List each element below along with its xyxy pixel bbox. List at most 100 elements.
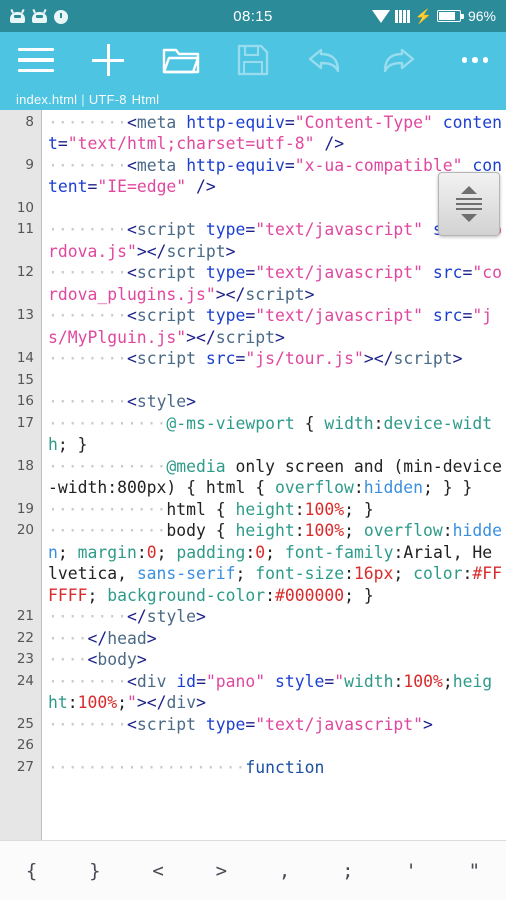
code-token: style: [275, 671, 325, 691]
code-token: ; }: [344, 585, 374, 605]
line-number: 26: [16, 737, 34, 753]
code-token: />: [196, 177, 216, 196]
charging-bolt-icon: ⚡: [414, 8, 432, 24]
code-line[interactable]: [42, 735, 506, 757]
code-token: :: [245, 542, 256, 562]
code-token: :: [344, 564, 354, 583]
redo-button[interactable]: [362, 32, 434, 88]
language-label: Html: [131, 92, 160, 107]
code-token: >: [196, 607, 206, 626]
code-token: script: [166, 241, 226, 261]
code-token: >: [136, 650, 147, 669]
code-token: {: [294, 413, 325, 433]
code-line[interactable]: ····················function: [42, 757, 506, 779]
code-token: ········: [48, 263, 127, 282]
overflow-menu-button[interactable]: [434, 32, 489, 88]
filename-label: index.html: [16, 92, 78, 107]
code-line[interactable]: [42, 198, 506, 220]
code-token: =: [87, 177, 98, 196]
line-number: 19: [16, 500, 34, 517]
code-token: <: [126, 263, 137, 282]
symbol-gt[interactable]: >: [190, 860, 253, 882]
line-number: 8: [25, 113, 34, 130]
line-number: 22: [16, 629, 34, 646]
code-token: ": [126, 693, 137, 712]
code-token: :: [373, 413, 384, 433]
line-number: 24: [16, 672, 34, 689]
symbol-brace-close[interactable]: }: [63, 860, 126, 882]
code-token: :: [67, 693, 78, 712]
code-token: =: [57, 134, 68, 153]
code-line[interactable]: ····<body>: [42, 649, 506, 671]
plus-icon: [92, 44, 125, 76]
symbol-lt[interactable]: <: [127, 860, 190, 882]
code-token: font-size: [255, 564, 345, 583]
code-line[interactable]: ····</head>: [42, 628, 506, 650]
symbol-semicolon[interactable]: ;: [316, 860, 379, 882]
code-token: div: [136, 671, 167, 691]
grip-lines-icon: [456, 197, 482, 211]
code-token: @-ms-viewport: [166, 413, 295, 433]
code-token: "text/html;charset=utf-8": [67, 134, 315, 153]
code-line[interactable]: ············@media only screen and (min-…: [42, 456, 506, 499]
code-token: "Content-Type": [294, 112, 433, 132]
code-token: =: [462, 306, 473, 325]
code-line[interactable]: ········<meta http-equiv="x-ua-compatibl…: [42, 155, 506, 198]
code-token: ····: [48, 650, 88, 669]
line-number: 23: [16, 651, 34, 667]
undo-button[interactable]: [289, 32, 361, 88]
code-line[interactable]: ········<script type="text/javascript">: [42, 714, 506, 736]
symbol-comma[interactable]: ,: [253, 860, 316, 882]
save-button[interactable]: [217, 32, 289, 88]
redo-arrow-icon: [383, 48, 415, 73]
triangle-up-icon: [461, 185, 477, 194]
symbol-brace-open[interactable]: {: [0, 860, 63, 882]
code-token: :: [265, 585, 275, 605]
code-token: overflow: [363, 521, 443, 540]
code-token: =: [284, 155, 295, 175]
code-token: overflow: [274, 478, 354, 497]
code-token: <: [126, 155, 137, 175]
code-token: =: [245, 263, 256, 282]
code-token: <: [126, 349, 137, 368]
code-line[interactable]: ········<script type="text/javascript" s…: [42, 305, 506, 348]
code-token: ; }: [344, 499, 374, 519]
code-token: "text/javascript": [255, 714, 424, 734]
menu-button[interactable]: [18, 32, 72, 88]
code-line[interactable]: ············body { height:100%; overflow…: [42, 520, 506, 606]
line-number: 27: [16, 758, 34, 775]
open-file-button[interactable]: [144, 32, 216, 88]
code-token: meta: [136, 112, 177, 132]
code-text-area[interactable]: ········<meta http-equiv="Content-Type" …: [42, 110, 506, 840]
code-token: :: [353, 478, 364, 497]
code-token: >: [196, 693, 206, 712]
code-token: ;: [156, 542, 177, 562]
code-line[interactable]: ········<script src="js/tour.js"></scrip…: [42, 348, 506, 370]
code-line[interactable]: ········<div id="pano" style="width:100%…: [42, 671, 506, 714]
code-token: >: [215, 284, 226, 304]
code-line[interactable]: ············html { height:100%; }: [42, 499, 506, 521]
code-token: </: [196, 327, 216, 347]
status-bar-system-icons: ⚡ 96%: [372, 8, 496, 24]
code-line[interactable]: ········<script type="text/javascript" s…: [42, 219, 506, 262]
code-token: >: [452, 349, 463, 368]
code-line[interactable]: [42, 370, 506, 392]
scroll-handle[interactable]: [438, 172, 500, 236]
code-token: ············: [48, 521, 167, 540]
code-editor-area[interactable]: 8 9 10 11 12 13 14 15 16 17 18 19 20 21 22 23 24 25 26 27 ·…: [0, 110, 506, 840]
code-line[interactable]: ········<style>: [42, 391, 506, 413]
symbol-quote[interactable]: ": [443, 860, 506, 882]
code-token: script: [136, 349, 197, 368]
new-file-button[interactable]: [72, 32, 144, 88]
code-token: ;: [265, 542, 285, 562]
code-token: ········: [48, 349, 127, 368]
code-line[interactable]: ············@-ms-viewport { width:device…: [42, 413, 506, 456]
symbol-apostrophe[interactable]: ': [380, 860, 443, 882]
code-token: "pano": [205, 671, 266, 691]
code-line[interactable]: ········</style>: [42, 606, 506, 628]
code-line[interactable]: ········<meta http-equiv="Content-Type" …: [42, 112, 506, 155]
code-line[interactable]: ········<script type="text/javascript" s…: [42, 262, 506, 305]
code-token: ········: [48, 112, 127, 132]
